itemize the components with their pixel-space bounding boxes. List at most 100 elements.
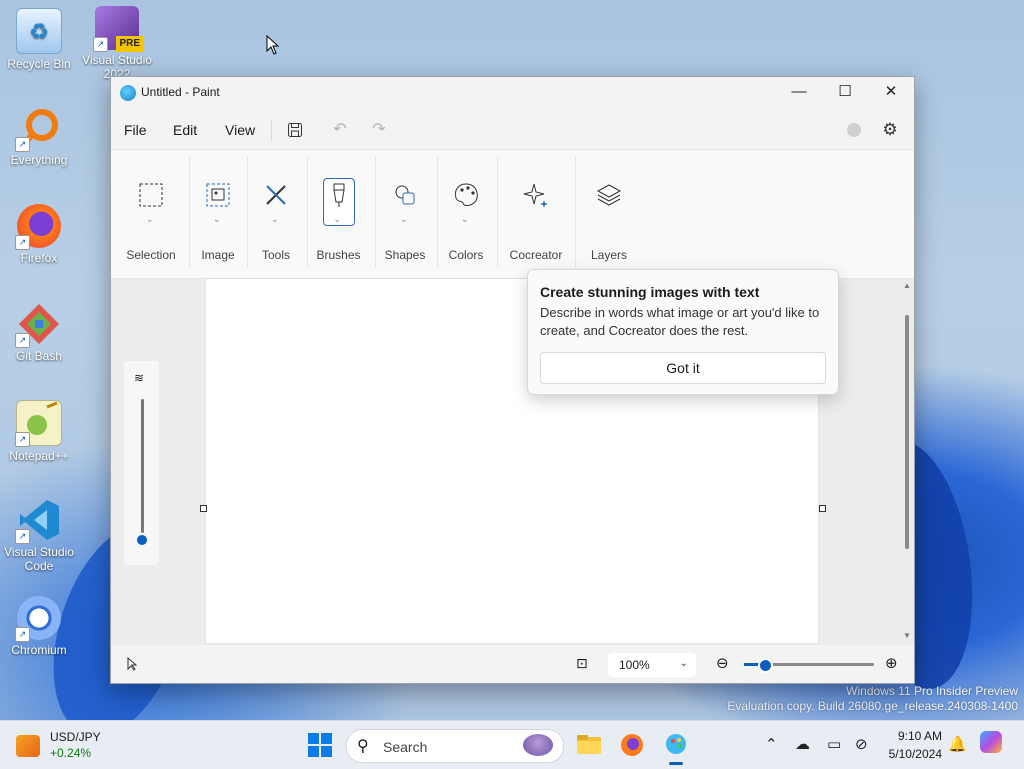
maximize-button[interactable]: ☐ [822, 77, 868, 107]
ribbon-separator [189, 156, 190, 268]
window-title: Untitled - Paint [141, 85, 220, 99]
notifications-bell-icon[interactable]: 🔔 [948, 735, 967, 753]
undo-icon[interactable]: ↶ [329, 119, 351, 141]
desktop-icon-label: Firefox [20, 251, 58, 265]
taskbar-firefox[interactable] [616, 729, 648, 761]
firefox-icon: ↗ [15, 204, 61, 250]
taskbar-paint[interactable] [660, 729, 692, 765]
ribbon-group-layers[interactable]: Layers [581, 150, 637, 276]
ribbon-group-shapes[interactable]: ⌄ Shapes [379, 150, 431, 276]
save-icon[interactable] [284, 119, 306, 141]
shortcut-arrow-icon: ↗ [15, 529, 30, 544]
taskbar-file-explorer[interactable] [573, 729, 605, 761]
show-hidden-icons-chevron-icon[interactable]: ⌃ [765, 735, 778, 753]
fit-to-window-icon[interactable]: ⊡ [576, 655, 588, 672]
close-button[interactable]: ✕ [868, 77, 914, 107]
windows-logo-tile [321, 746, 332, 757]
desktop-icon-notepad-plus-plus[interactable]: ↗ Notepad++ [2, 400, 76, 463]
svg-text:♻: ♻ [29, 19, 49, 44]
display-icon[interactable]: ▭ [827, 735, 841, 753]
pointer-icon [127, 657, 138, 671]
menu-file[interactable]: File [124, 122, 147, 138]
search-icon: ⚲ [357, 738, 369, 755]
vertical-scrollbar[interactable]: ▲ ▼ [902, 279, 912, 643]
zoom-level-dropdown[interactable]: 100% ⌄ [608, 653, 696, 677]
ribbon-group-colors[interactable]: ⌄ Colors [441, 150, 491, 276]
brushes-icon [332, 183, 345, 207]
brush-size-slider[interactable] [141, 399, 144, 533]
network-icon[interactable]: ⊘ [855, 735, 868, 753]
menu-bar: File Edit View ↶ ↷ ⚙ [111, 111, 914, 147]
shortcut-arrow-icon: ↗ [15, 137, 30, 152]
canvas-resize-handle[interactable] [819, 505, 826, 512]
ribbon-group-image[interactable]: ⌄ Image [193, 150, 243, 276]
pre-badge: PRE [116, 36, 143, 52]
zoom-out-icon[interactable]: ⊖ [716, 654, 729, 672]
zoom-in-icon[interactable]: ⊕ [885, 654, 898, 672]
firefox-icon [621, 734, 643, 756]
watermark-line-2: Evaluation copy. Build 26080.ge_release.… [727, 699, 1018, 713]
ribbon-separator [247, 156, 248, 268]
everything-icon: ↗ [15, 106, 61, 152]
windows-logo-tile [321, 733, 332, 744]
minimize-button[interactable]: — [776, 77, 822, 107]
ribbon-group-tools[interactable]: ⌄ Tools [251, 150, 301, 276]
ribbon-label: Layers [590, 248, 628, 262]
zoom-slider[interactable] [744, 658, 874, 673]
got-it-button[interactable]: Got it [540, 352, 826, 384]
desktop-icon-label: Recycle Bin [7, 57, 71, 71]
copilot-icon[interactable] [980, 731, 1002, 757]
chevron-down-icon: ⌄ [213, 214, 221, 224]
account-icon[interactable] [843, 119, 865, 141]
ribbon-separator [575, 156, 576, 268]
desktop-icon-vscode[interactable]: ↗ Visual Studio Code [2, 498, 76, 573]
ribbon-separator [497, 156, 498, 268]
brush-size-knob[interactable] [137, 535, 147, 545]
settings-icon[interactable]: ⚙ [879, 119, 901, 141]
ribbon-group-brushes[interactable]: ⌄ Brushes [311, 150, 366, 276]
ribbon-label: Selection [126, 248, 176, 262]
cocreator-icon [523, 183, 548, 208]
ribbon-group-cocreator[interactable]: Cocreator [503, 150, 569, 276]
redo-icon[interactable]: ↷ [368, 119, 390, 141]
menu-edit[interactable]: Edit [173, 122, 197, 138]
clock[interactable]: 9:10 AM 5/10/2024 [872, 727, 942, 763]
zoom-slider-knob[interactable] [757, 658, 773, 673]
search-highlight-icon [523, 734, 553, 756]
ribbon-label: Shapes [384, 248, 426, 262]
ribbon-group-selection[interactable]: ⌄ Selection [121, 150, 181, 276]
desktop-icon-visual-studio[interactable]: PRE ↗ Visual Studio 2022 [80, 6, 154, 81]
scrollbar-thumb[interactable] [905, 315, 909, 549]
desktop-icon-label: Chromium [11, 643, 67, 657]
onedrive-icon[interactable]: ☁ [795, 735, 810, 753]
chevron-down-icon: ⌄ [461, 214, 469, 224]
ribbon-label: Tools [261, 248, 290, 262]
desktop-icon-chromium[interactable]: ↗ Chromium [2, 596, 76, 657]
desktop-icon-firefox[interactable]: ↗ Firefox [2, 204, 76, 265]
desktop-icon-everything[interactable]: ↗ Everything [2, 106, 76, 167]
canvas-resize-handle[interactable] [200, 505, 207, 512]
scroll-down-icon[interactable]: ▼ [903, 631, 911, 640]
start-button[interactable] [308, 733, 332, 757]
paint-window: Untitled - Paint — ☐ ✕ File Edit View ↶ … [110, 76, 915, 684]
notepad-plus-plus-icon: ↗ [15, 400, 62, 447]
desktop-icon-label: Notepad++ [9, 449, 69, 463]
stroke-width-icon: ≋ [134, 371, 145, 385]
desktop-icon-git-bash[interactable]: ↗ Git Bash [2, 302, 76, 363]
ribbon-label: Colors [448, 248, 484, 262]
git-bash-icon: ↗ [15, 302, 61, 348]
title-bar[interactable]: Untitled - Paint — ☐ ✕ [111, 77, 914, 109]
taskbar: USD/JPY +0.24% ⚲ Search ⌃ ☁ ▭ ⊘ 9:10 AM … [0, 720, 1024, 769]
os-watermark: Windows 11 Pro Insider Preview Evaluatio… [727, 684, 1018, 714]
menu-view[interactable]: View [225, 122, 255, 138]
scroll-up-icon[interactable]: ▲ [903, 281, 911, 290]
tools-icon [266, 185, 286, 205]
shortcut-arrow-icon: ↗ [15, 333, 30, 348]
desktop-icon-label: Git Bash [15, 349, 63, 363]
windows-logo-icon [308, 733, 319, 744]
taskbar-search[interactable]: ⚲ Search [346, 729, 564, 763]
desktop-icon-recycle-bin[interactable]: ♻ Recycle Bin [2, 8, 76, 71]
clock-date: 5/10/2024 [888, 747, 942, 761]
windows-logo-tile [308, 746, 319, 757]
colors-icon [454, 183, 478, 206]
